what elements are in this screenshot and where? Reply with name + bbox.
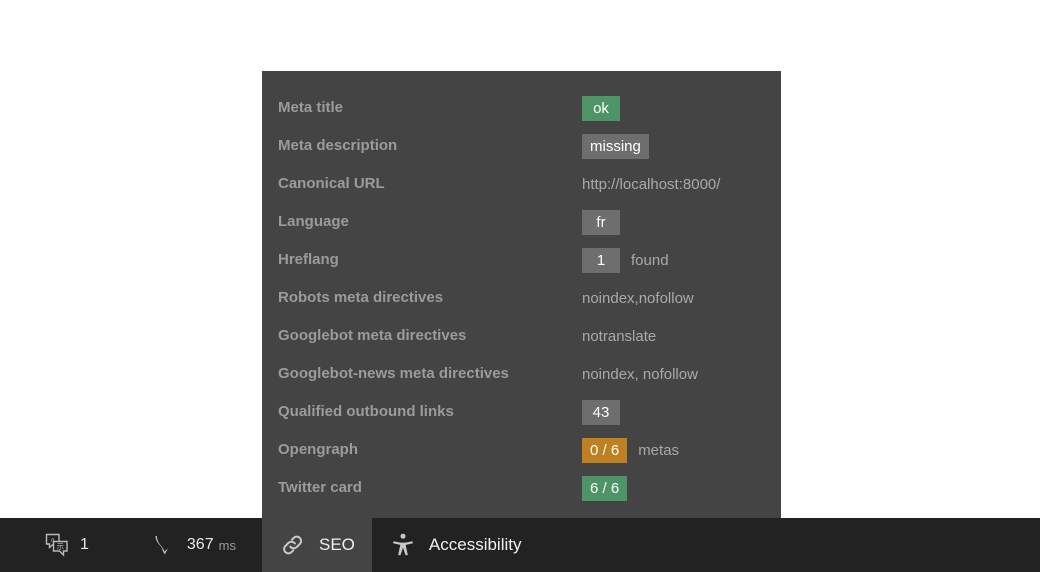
- toolbar-stat-unit: ms: [218, 537, 236, 553]
- link-icon: [279, 531, 307, 559]
- seo-row: Canonical URL http://localhost:8000/: [262, 165, 781, 203]
- accessibility-icon: [389, 531, 417, 559]
- seo-row-value: ok: [582, 89, 620, 127]
- tab-label: Accessibility: [428, 535, 522, 554]
- seo-row: Opengraph 0 / 6 metas: [262, 431, 781, 469]
- toolbar-tabs: SEO Accessibility: [262, 518, 539, 572]
- seo-row-label: Googlebot meta directives: [278, 327, 467, 344]
- seo-value-text: noindex, nofollow: [582, 365, 698, 383]
- seo-row: Googlebot meta directives notranslate: [262, 317, 781, 355]
- seo-row-label: Googlebot-news meta directives: [278, 365, 509, 382]
- seo-row-value: noindex, nofollow: [582, 355, 698, 393]
- seo-row-label: Hreflang: [278, 251, 339, 268]
- load-time-icon: [151, 532, 177, 558]
- seo-row: Hreflang 1 found: [262, 241, 781, 279]
- seo-row-value: notranslate: [582, 317, 656, 355]
- seo-value-text: notranslate: [582, 327, 657, 345]
- toolbar-stats: a 示 1 367 ms: [0, 518, 262, 572]
- seo-row: Twitter card 6 / 6: [262, 469, 781, 507]
- seo-row: Qualified outbound links 43: [262, 393, 781, 431]
- toolbar-stat-value: 1: [80, 536, 89, 553]
- seo-row-value: 0 / 6 metas: [582, 431, 679, 469]
- svg-text:示: 示: [56, 542, 64, 551]
- status-badge: missing: [582, 133, 649, 159]
- seo-report-panel: Meta title ok Meta description missing Canon…: [262, 71, 781, 518]
- tab-accessibility[interactable]: Accessibility: [372, 518, 539, 572]
- status-badge: 1: [582, 247, 620, 273]
- status-badge: 43: [582, 399, 620, 425]
- seo-row: Meta description missing: [262, 127, 781, 165]
- toolbar-stat-value: 367: [186, 536, 214, 553]
- seo-value-suffix: found: [631, 251, 669, 269]
- seo-row-label: Meta description: [278, 137, 398, 154]
- seo-row-label: Qualified outbound links: [278, 403, 454, 420]
- status-badge: 0 / 6: [582, 437, 628, 463]
- devtools-bottom-toolbar: a 示 1 367 ms SEO Accessibility: [0, 518, 1040, 572]
- seo-row: Robots meta directives noindex,nofollow: [262, 279, 781, 317]
- seo-row-label: Twitter card: [278, 479, 362, 496]
- seo-row-label: Canonical URL: [278, 175, 385, 192]
- seo-row-list: Meta title ok Meta description missing Canon…: [262, 89, 781, 507]
- seo-value-suffix: metas: [638, 441, 680, 459]
- toolbar-stat-load-time[interactable]: 367 ms: [151, 518, 236, 572]
- tab-seo[interactable]: SEO: [262, 518, 372, 572]
- status-badge: 6 / 6: [582, 475, 628, 501]
- seo-row-label: Opengraph: [278, 441, 359, 458]
- seo-row-label: Language: [278, 213, 349, 230]
- seo-row-value: missing: [582, 127, 649, 165]
- seo-row-value: 1 found: [582, 241, 669, 279]
- seo-row: Googlebot-news meta directives noindex, n…: [262, 355, 781, 393]
- seo-row-value: noindex,nofollow: [582, 279, 694, 317]
- seo-value-text: noindex,nofollow: [582, 289, 694, 307]
- seo-row-label: Meta title: [278, 99, 344, 116]
- seo-row-label: Robots meta directives: [278, 289, 444, 306]
- seo-row-value: http://localhost:8000/: [582, 165, 720, 203]
- seo-value-text: http://localhost:8000/: [582, 175, 721, 193]
- seo-row-value: 43: [582, 393, 620, 431]
- toolbar-stat-translate[interactable]: a示 1: [44, 518, 89, 572]
- seo-row-value: 6 / 6: [582, 469, 628, 507]
- translate-icon: a示: [44, 532, 70, 558]
- seo-row: Language fr: [262, 203, 781, 241]
- status-badge: ok: [582, 95, 620, 121]
- tab-label: SEO: [319, 535, 355, 554]
- seo-row-value: fr: [582, 203, 620, 241]
- status-badge: fr: [582, 209, 620, 235]
- seo-row: Meta title ok: [262, 89, 781, 127]
